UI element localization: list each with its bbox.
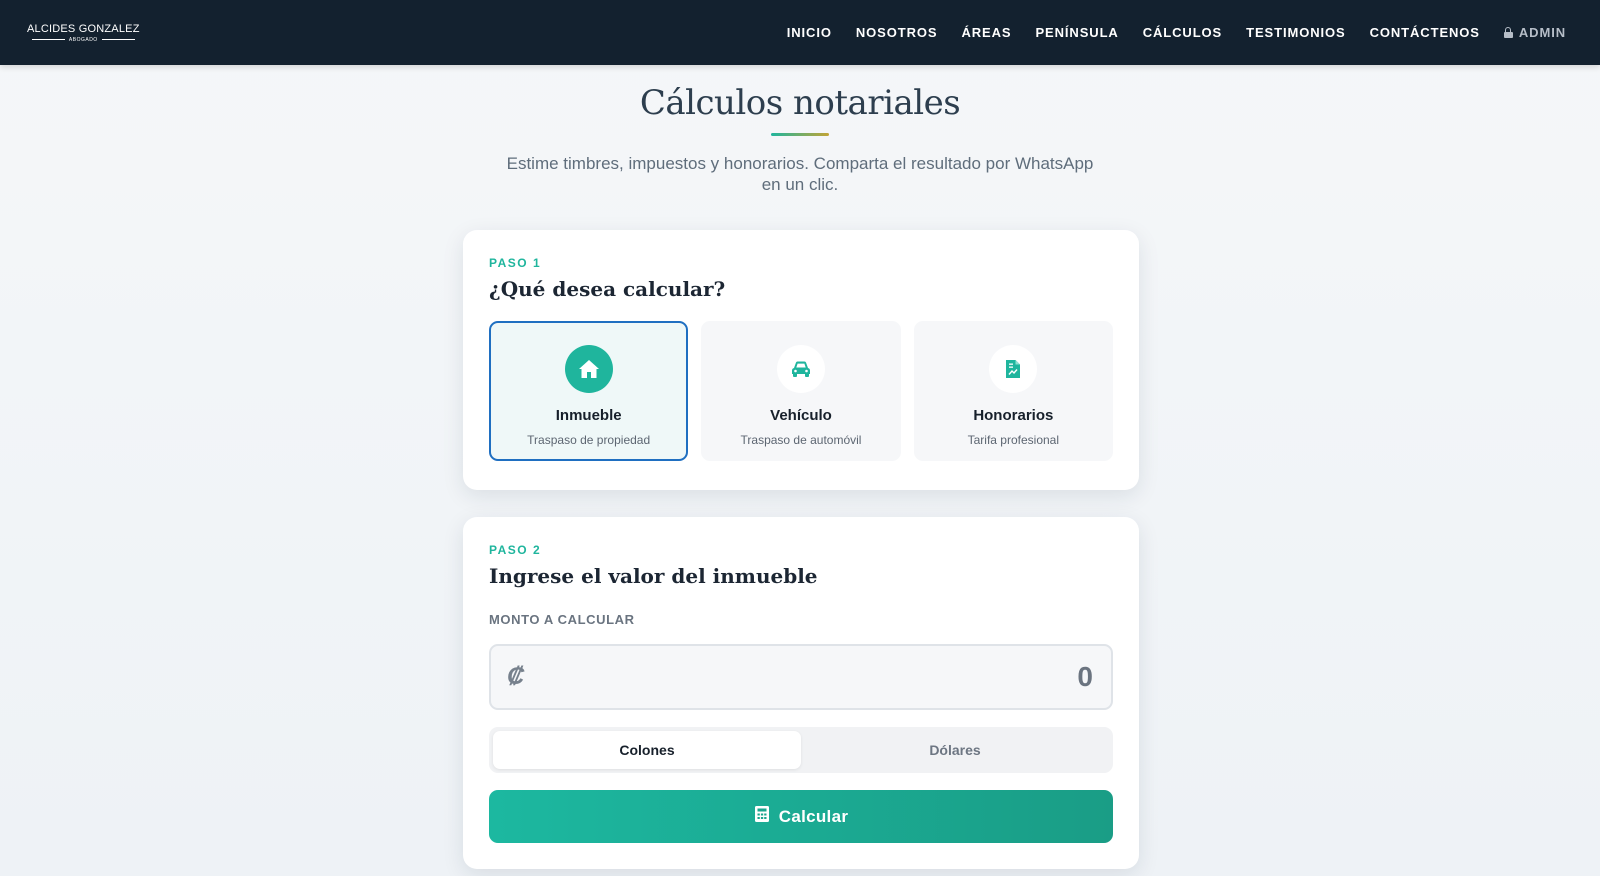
nav-item-peninsula[interactable]: PENÍNSULA	[1035, 25, 1118, 40]
page-title: Cálculos notariales	[639, 83, 961, 123]
nav-item-inicio[interactable]: INICIO	[787, 25, 832, 40]
step2-card: PASO 2 Ingrese el valor del inmueble MON…	[463, 517, 1139, 869]
option-subtitle: Tarifa profesional	[967, 433, 1060, 447]
colon-currency-icon: ₡	[507, 663, 525, 690]
nav-item-calculos[interactable]: CÁLCULOS	[1143, 25, 1222, 40]
nav-item-nosotros[interactable]: NOSOTROS	[856, 25, 938, 40]
admin-label: ADMIN	[1518, 25, 1566, 40]
calculate-label: Calcular	[778, 806, 849, 826]
currency-dolares-button[interactable]: Dólares	[801, 731, 1109, 769]
option-title: Inmueble	[555, 407, 622, 424]
logo-name: ALCIDES GONZALEZ	[27, 22, 140, 35]
car-icon	[776, 345, 825, 393]
nav-item-admin[interactable]: ADMIN	[1503, 25, 1566, 40]
step1-card: PASO 1 ¿Qué desea calcular? Inmueble Tra…	[463, 230, 1139, 490]
step2-title: Ingrese el valor del inmueble	[489, 564, 818, 588]
logo-tagline: ABOGADO	[68, 36, 98, 43]
option-title: Vehículo	[770, 407, 832, 424]
main-nav: INICIO NOSOTROS ÁREAS PENÍNSULA CÁLCULOS…	[787, 25, 1566, 40]
hero-section: Cálculos notariales Estime timbres, impu…	[0, 65, 1600, 195]
logo-divider	[31, 39, 65, 40]
amount-value: 0	[1077, 661, 1093, 692]
logo-tagline-row: ABOGADO	[31, 36, 135, 43]
calculation-type-options: Inmueble Traspaso de propiedad Vehículo …	[489, 321, 1113, 461]
option-subtitle: Traspaso de propiedad	[527, 433, 651, 447]
nav-item-areas[interactable]: ÁREAS	[961, 25, 1011, 40]
site-logo[interactable]: ALCIDES GONZALEZ ABOGADO	[27, 23, 140, 43]
option-inmueble[interactable]: Inmueble Traspaso de propiedad	[489, 321, 689, 461]
currency-colones-button[interactable]: Colones	[493, 731, 801, 769]
logo-divider	[101, 39, 135, 40]
option-honorarios[interactable]: Honorarios Tarifa profesional	[913, 321, 1113, 461]
invoice-icon	[989, 345, 1038, 393]
step1-label: PASO 1	[489, 256, 542, 270]
step1-title: ¿Qué desea calcular?	[489, 277, 726, 301]
step2-label: PASO 2	[489, 543, 542, 557]
option-title: Honorarios	[973, 407, 1054, 424]
currency-toggle: Colones Dólares	[489, 727, 1113, 773]
title-underline	[771, 133, 829, 136]
nav-item-testimonios[interactable]: TESTIMONIOS	[1246, 25, 1345, 40]
nav-item-contactenos[interactable]: CONTÁCTENOS	[1370, 25, 1480, 40]
amount-input[interactable]: ₡ 0	[489, 644, 1113, 710]
lock-icon	[1503, 27, 1513, 38]
calculator-icon	[754, 805, 770, 828]
amount-label: MONTO A CALCULAR	[489, 612, 635, 627]
top-navbar: ALCIDES GONZALEZ ABOGADO INICIO NOSOTROS…	[0, 0, 1600, 65]
house-icon	[564, 345, 613, 393]
page-subtitle: Estime timbres, impuestos y honorarios. …	[506, 154, 1094, 194]
option-vehiculo[interactable]: Vehículo Traspaso de automóvil	[701, 321, 901, 461]
option-subtitle: Traspaso de automóvil	[740, 433, 862, 447]
calculate-button[interactable]: Calcular	[489, 790, 1113, 843]
